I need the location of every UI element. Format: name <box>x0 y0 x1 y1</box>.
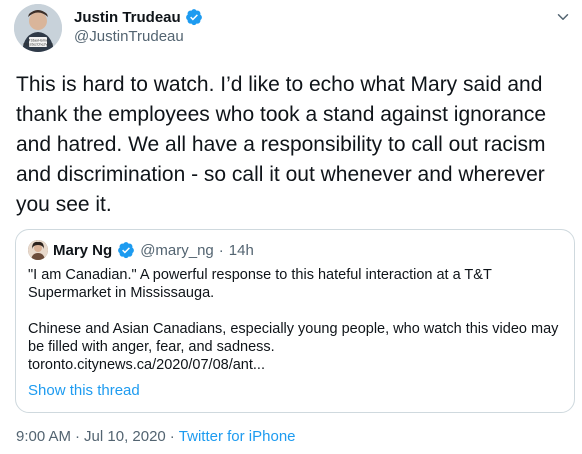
tweet-header: #StayHome #RestezChezVous Justin Trudeau… <box>14 2 574 58</box>
quoted-tweet[interactable]: Mary Ng @mary_ng · 14h "I am Canadian." … <box>15 229 575 413</box>
quoted-author-avatar <box>28 240 48 260</box>
quoted-tweet-text: "I am Canadian." A powerful response to … <box>28 266 564 374</box>
author-handle[interactable]: @JustinTrudeau <box>74 28 203 45</box>
quoted-tweet-time: 14h <box>228 241 254 259</box>
verified-badge-icon <box>185 9 202 26</box>
quoted-link: toronto.citynews.ca/2020/07/08/ant... <box>28 357 265 373</box>
separator-dot: · <box>75 428 81 445</box>
author-block: Justin Trudeau @JustinTrudeau <box>74 8 203 45</box>
quoted-tweet-header: Mary Ng @mary_ng · 14h <box>28 240 254 260</box>
separator-dot: · <box>218 241 224 259</box>
separator-dot: · <box>169 428 175 445</box>
chevron-down-icon[interactable] <box>554 8 572 26</box>
quoted-paragraph: Chinese and Asian Canadians, especially … <box>28 321 559 355</box>
svg-text:#RestezChezVous: #RestezChezVous <box>23 43 54 47</box>
author-avatar[interactable]: #StayHome #RestezChezVous <box>14 4 62 52</box>
tweet-text: This is hard to watch. I’d like to echo … <box>16 73 552 216</box>
quoted-avatar-image <box>28 240 48 260</box>
avatar-image: #StayHome #RestezChezVous <box>14 4 62 52</box>
quoted-author-name: Mary Ng <box>53 241 113 259</box>
author-name[interactable]: Justin Trudeau <box>74 9 181 26</box>
quoted-paragraph: "I am Canadian." A powerful response to … <box>28 267 492 301</box>
tweet-footer: 9:00 AM · Jul 10, 2020 · Twitter for iPh… <box>16 428 296 445</box>
quoted-author-handle: @mary_ng <box>140 241 214 259</box>
show-thread-link[interactable]: Show this thread <box>28 382 140 399</box>
tweet-time[interactable]: 9:00 AM <box>16 428 71 445</box>
tweet-date[interactable]: Jul 10, 2020 <box>84 428 166 445</box>
verified-badge-icon <box>118 242 135 259</box>
tweet-source-link[interactable]: Twitter for iPhone <box>179 428 296 445</box>
